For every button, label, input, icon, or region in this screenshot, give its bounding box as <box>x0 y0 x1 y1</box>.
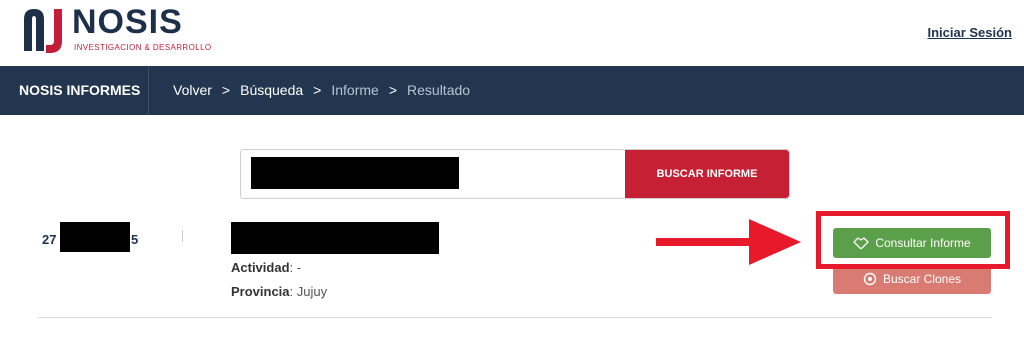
activity-label: Actividad <box>231 260 290 275</box>
breadcrumb-resultado: Resultado <box>407 82 471 98</box>
redacted-cuit <box>60 222 130 252</box>
breadcrumb-volver[interactable]: Volver <box>173 82 212 98</box>
nav-title[interactable]: NOSIS INFORMES <box>19 82 140 98</box>
cuit-suffix: 5 <box>131 232 139 247</box>
logo-subtitle: INVESTIGACION & DESARROLLO <box>74 43 212 52</box>
activity-value: : - <box>289 260 302 275</box>
logo-mark-icon <box>24 9 62 53</box>
activity-line: Actividad: - <box>231 260 301 275</box>
consultar-informe-label: Consultar Informe <box>875 236 971 250</box>
breadcrumb-busqueda[interactable]: Búsqueda <box>240 82 303 98</box>
nosis-logo[interactable]: NOSIS INVESTIGACION & DESARROLLO <box>20 3 212 57</box>
breadcrumb-separator: > <box>313 82 322 98</box>
province-value: : Jujuy <box>289 284 328 299</box>
column-divider <box>182 230 183 242</box>
login-link[interactable]: Iniciar Sesión <box>927 25 1012 40</box>
search-bar: BUSCAR INFORME <box>240 149 790 199</box>
result-divider <box>38 317 992 318</box>
consultar-informe-button[interactable]: Consultar Informe <box>833 228 991 258</box>
buscar-clones-label: Buscar Clones <box>882 272 962 286</box>
search-button[interactable]: BUSCAR INFORME <box>625 150 789 198</box>
breadcrumb: Volver > Búsqueda > Informe > Resultado <box>173 82 470 98</box>
arrow-annotation-icon <box>656 219 801 265</box>
breadcrumb-separator: > <box>221 82 231 98</box>
nav-divider <box>148 66 149 115</box>
clones-icon <box>863 272 877 286</box>
navbar: NOSIS INFORMES Volver > Búsqueda > Informe > R… <box>0 66 1024 115</box>
cuit-prefix: 27 <box>42 232 57 247</box>
province-line: Provincia: Jujuy <box>231 284 327 299</box>
handshake-icon <box>853 237 869 250</box>
header: NOSIS INVESTIGACION & DESARROLLO Iniciar… <box>0 0 1024 66</box>
buscar-clones-button[interactable]: Buscar Clones <box>833 264 991 294</box>
logo-wordmark: NOSIS <box>72 3 183 41</box>
breadcrumb-informe: Informe <box>331 82 379 98</box>
redacted-search-value <box>251 157 459 189</box>
province-label: Provincia <box>231 284 290 299</box>
breadcrumb-separator: > <box>388 82 398 98</box>
redacted-name <box>231 222 439 254</box>
